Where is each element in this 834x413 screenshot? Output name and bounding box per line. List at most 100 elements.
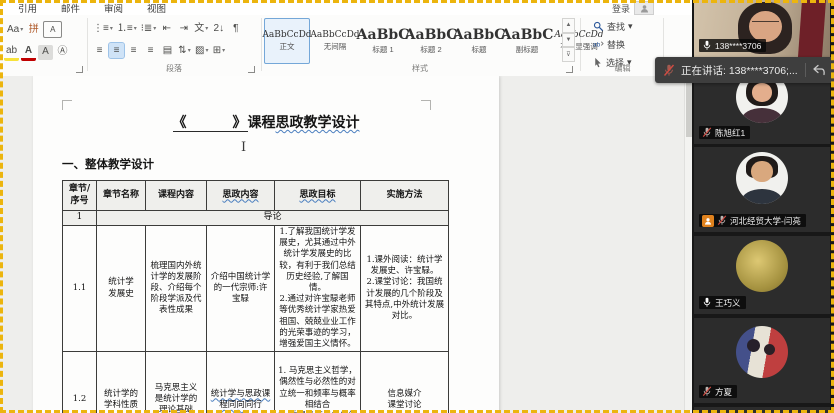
numbering-icon[interactable]: ⒈≡▾ [116,21,138,36]
style-preview: AaBbC [405,27,458,43]
mic-muted-icon [663,64,675,77]
participant-tile[interactable]: 方夏 [694,318,830,403]
participant-name: 河北经贸大学-闫亮 [730,215,801,227]
mic-muted-icon [702,386,712,397]
video-background-object [798,0,826,57]
cell-course-content[interactable]: 梳理国内外统计学的发展阶段、介绍每个阶段学派及代表性成果 [146,225,207,351]
styles-scroll-down-icon[interactable]: ▼ [562,33,575,48]
header-cell[interactable]: 章节/序号 [63,181,97,211]
style-preview: AaBbC [453,27,506,43]
decrease-indent-icon[interactable]: ⇤ [159,21,174,36]
reply-arrow-icon[interactable] [812,64,826,76]
table-row: 1.1 统计学 发展史 梳理国内外统计学的发展阶段、介绍每个阶段学派及代表性成果… [63,225,449,351]
style-card-heading1[interactable]: AaBbC 标题 1 [360,18,406,64]
margin-corner-left [62,100,72,110]
cell-chapter-no[interactable]: 1 [63,211,97,226]
participant-name: 陈旭红1 [715,127,745,139]
styles-scroll-up-icon[interactable]: ▲ [562,18,575,33]
increase-indent-icon[interactable]: ⇥ [176,21,191,36]
align-right-icon[interactable]: ≡ [126,43,141,58]
style-preview: AaBbCcDd [310,30,359,40]
avatar-face [752,83,772,102]
table-row: 1 导论 [63,211,449,226]
cell-course-content[interactable]: 马克思主义 是统计学的 理论基础 [146,352,207,413]
cell-chapter-name[interactable]: 统计学 发展史 [97,225,146,351]
cell-text: 同行 [245,400,262,410]
mic-muted-icon [702,127,712,138]
cell-chapter-no[interactable]: 1.2 [63,352,97,413]
speaking-text: 正在讲话: 138****3706;... [681,63,798,78]
avatar-figure [764,344,775,355]
style-name: 副标题 [516,44,539,55]
style-card-title[interactable]: AaBbC 标题 [456,18,502,64]
account-avatar-icon [634,1,654,15]
title-text-wavy: 思政教学设计 [276,115,360,131]
font-dialog-launcher[interactable] [76,66,83,73]
cell-ideology-goal[interactable]: 1. 马克思主义哲学，偶然性与必然性的对立统一和频率与概率相结合 2. 重温马克… [275,352,361,413]
header-cell[interactable]: 思政目标 [275,181,361,211]
participant-tile[interactable]: 河北经贸大学-闫亮 [694,147,830,232]
tab-view[interactable]: 视图 [135,1,178,15]
sort-icon[interactable]: 2↓ [211,21,226,36]
style-name: 正文 [280,41,295,52]
character-shading-icon[interactable]: A [38,45,53,60]
text-highlight-icon[interactable]: ab [4,43,19,61]
font-color-icon[interactable]: A [21,43,36,61]
header-text: 思政目标 [299,190,335,200]
replace-button[interactable]: ab 替换 [593,38,625,51]
cell-method[interactable]: 信息媒介 课堂讨论 [361,352,449,413]
phonetic-guide-icon[interactable]: 拼 [26,22,41,37]
cell-method[interactable]: 1.课外阅读：统计学发展史、许宝騄。 2.课堂讨论：我国统计发展的几个阶段及其特… [361,225,449,351]
styles-dialog-launcher[interactable] [566,66,573,73]
title-text: 课程 [248,115,276,131]
tab-mailings[interactable]: 邮件 [49,1,92,15]
title-blank-underline: 《 》 [173,115,248,132]
align-left-icon[interactable]: ≡ [92,43,107,58]
avatar-face [751,161,773,182]
borders-icon[interactable]: ⊞▾ [211,43,226,58]
host-icon [702,215,714,227]
enclose-characters-icon[interactable]: Ⓐ [55,45,70,60]
cell-ideology-goal[interactable]: 1.了解我国统计学发展史，尤其通过中外统计学发展史的比较，有利于我们总结历史经验… [275,225,361,351]
paragraph-dialog-launcher[interactable] [248,66,255,73]
paragraph-group-label: 段落 [90,63,258,74]
header-cell[interactable]: 章节名称 [97,181,146,211]
justify-icon[interactable]: ≡ [143,43,158,58]
style-card-no-spacing[interactable]: AaBbCcDd 无间隔 [312,18,358,64]
participant-video-tile[interactable]: 138****3706 [694,0,830,57]
avatar-torso [742,108,782,123]
cell-chapter-no[interactable]: 1.1 [63,225,97,351]
line-spacing-icon[interactable]: ⇅▾ [177,43,192,58]
margin-corner-right [421,100,431,110]
find-button[interactable]: 查找▾ [593,20,633,33]
bullets-icon[interactable]: ⋮≡▾ [92,21,114,36]
participant-tile[interactable]: 王巧义 [694,236,830,314]
shading-icon[interactable]: ▨▾ [194,43,209,58]
screen: 引用 邮件 审阅 视图 登录 Aa▾ 拼 A ab A [0,0,834,413]
header-cell[interactable]: 实施方法 [361,181,449,211]
document-page[interactable]: 《 》课程思政教学设计 I 一、整体教学设计 章节/序号 章节名称 课程内容 思… [33,76,499,413]
character-border-icon[interactable]: A [43,21,62,38]
header-cell[interactable]: 课程内容 [146,181,207,211]
tab-references[interactable]: 引用 [6,1,49,15]
cell-chapter-name[interactable]: 统计学的 学科性质 [97,352,146,413]
distribute-icon[interactable]: ▤ [160,43,175,58]
cell-ideology-content[interactable]: 介绍中国统计学的一代宗师:许宝騄 [207,225,275,351]
style-card-normal[interactable]: AaBbCcDd 正文 [264,18,310,64]
replace-icon: ab [593,39,604,50]
header-cell[interactable]: 思政内容 [207,181,275,211]
multilevel-list-icon[interactable]: ⁝≣▾ [140,21,158,36]
change-case-icon[interactable]: Aa▾ [6,22,24,37]
show-marks-icon[interactable]: ¶ [228,21,243,36]
sign-in-label: 登录 [612,2,630,15]
align-center-icon[interactable]: ≡ [109,43,124,58]
styles-gallery-more-icon[interactable]: ⊽ [562,47,575,62]
style-card-heading2[interactable]: AaBbC 标题 2 [408,18,454,64]
style-card-subtitle[interactable]: AaBbC 副标题 [504,18,550,64]
asian-layout-icon[interactable]: 文▾ [193,21,209,36]
cell-section-title[interactable]: 导论 [97,211,449,226]
cell-ideology-content[interactable]: 统计学与思政课程同向同行 [207,352,275,413]
tab-review[interactable]: 审阅 [92,1,135,15]
sign-in[interactable]: 登录 [612,1,654,15]
avatar-torso [742,189,782,204]
